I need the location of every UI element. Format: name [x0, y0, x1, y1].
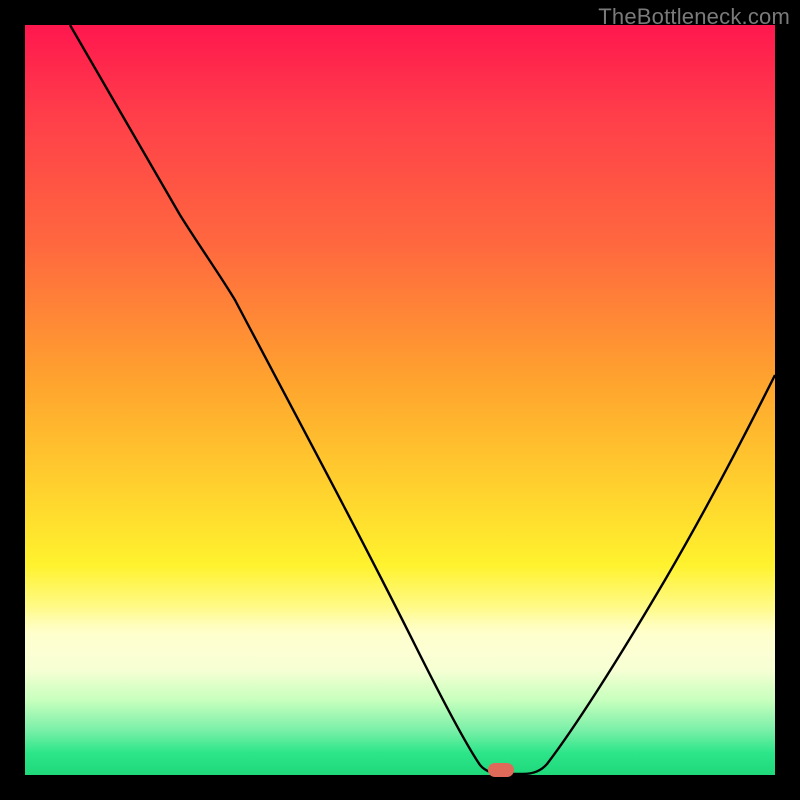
- chart-frame: TheBottleneck.com: [0, 0, 800, 800]
- watermark-text: TheBottleneck.com: [598, 4, 790, 30]
- plot-area: [25, 25, 775, 775]
- curve-svg: [25, 25, 775, 775]
- target-marker: [488, 763, 514, 777]
- bottleneck-curve-path: [70, 25, 775, 774]
